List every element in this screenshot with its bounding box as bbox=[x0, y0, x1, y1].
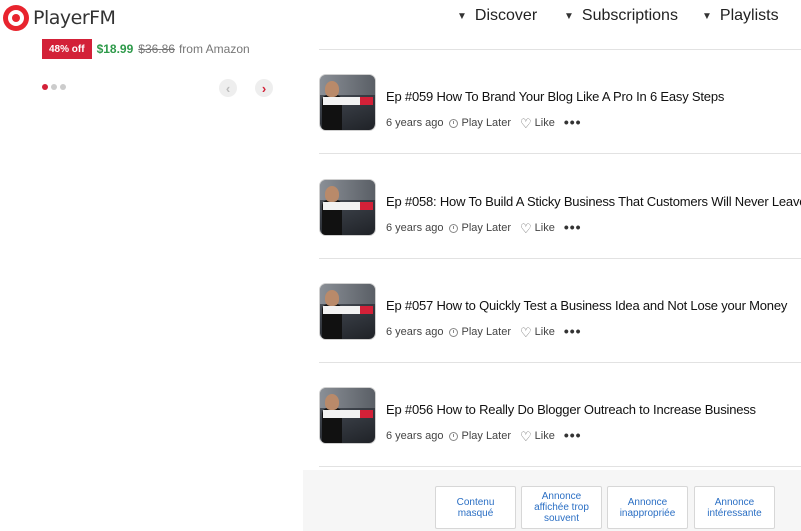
heart-icon: ♡ bbox=[520, 115, 532, 131]
clock-icon bbox=[449, 431, 459, 441]
play-later-button[interactable]: Play Later bbox=[449, 326, 511, 338]
like-label: Like bbox=[534, 222, 555, 234]
play-later-label: Play Later bbox=[461, 222, 512, 234]
episode-age: 6 years ago bbox=[386, 430, 444, 442]
episode-thumbnail[interactable] bbox=[320, 75, 375, 130]
episode-age: 6 years ago bbox=[386, 222, 444, 234]
playerfm-logo[interactable]: PlayerFM bbox=[3, 5, 116, 31]
ad-feedback-too-often-button[interactable]: Annonce affichée trop souvent bbox=[521, 486, 602, 529]
episode-age: 6 years ago bbox=[386, 326, 444, 338]
episode-row: Ep #058: How To Build A Sticky Business … bbox=[319, 155, 801, 259]
like-label: Like bbox=[534, 117, 555, 129]
episode-age: 6 years ago bbox=[386, 117, 444, 129]
like-button[interactable]: ♡ Like bbox=[520, 428, 555, 444]
top-header: PlayerFM ▼ Discover ▼ Subscriptions ▼ Pl… bbox=[0, 0, 801, 37]
episode-title[interactable]: Ep #059 How To Brand Your Blog Like A Pr… bbox=[386, 89, 724, 104]
episode-meta: 6 years ago Play Later ♡ Like ••• bbox=[386, 115, 582, 131]
like-label: Like bbox=[534, 430, 555, 442]
play-later-button[interactable]: Play Later bbox=[449, 430, 511, 442]
carousel-dot[interactable] bbox=[42, 84, 48, 90]
play-later-button[interactable]: Play Later bbox=[449, 117, 511, 129]
more-options-icon[interactable]: ••• bbox=[564, 428, 582, 442]
nav-discover-label: Discover bbox=[474, 7, 538, 24]
carousel-dots bbox=[42, 84, 66, 90]
heart-icon: ♡ bbox=[520, 324, 532, 340]
discount-badge: 48% off bbox=[42, 39, 92, 59]
carousel-prev-button[interactable]: ‹ bbox=[219, 79, 237, 97]
more-options-icon[interactable]: ••• bbox=[564, 220, 582, 234]
episode-thumbnail[interactable] bbox=[320, 180, 375, 235]
like-button[interactable]: ♡ Like bbox=[520, 115, 555, 131]
nav-subscriptions-label: Subscriptions bbox=[581, 7, 678, 24]
caret-down-icon: ▼ bbox=[564, 10, 574, 22]
nav-discover[interactable]: ▼ Discover bbox=[457, 7, 537, 25]
like-label: Like bbox=[534, 326, 555, 338]
heart-icon: ♡ bbox=[520, 428, 532, 444]
episode-meta: 6 years ago Play Later ♡ Like ••• bbox=[386, 324, 582, 340]
nav-playlists-label: Playlists bbox=[719, 7, 779, 24]
clock-icon bbox=[449, 118, 459, 128]
episode-thumbnail[interactable] bbox=[320, 284, 375, 339]
logo-text: PlayerFM bbox=[33, 7, 116, 29]
chevron-left-icon: ‹ bbox=[225, 80, 231, 96]
ad-feedback-inappropriate-button[interactable]: Annonce inappropriée bbox=[607, 486, 688, 529]
carousel-dot[interactable] bbox=[60, 84, 66, 90]
nav-playlists[interactable]: ▼ Playlists bbox=[702, 7, 779, 25]
carousel-next-button[interactable]: › bbox=[255, 79, 273, 97]
episode-meta: 6 years ago Play Later ♡ Like ••• bbox=[386, 428, 582, 444]
episode-row: Ep #056 How to Really Do Blogger Outreac… bbox=[319, 363, 801, 467]
ad-feedback-bar: Contenu masqué Annonce affichée trop sou… bbox=[303, 470, 801, 531]
episode-title[interactable]: Ep #056 How to Really Do Blogger Outreac… bbox=[386, 402, 756, 417]
play-later-label: Play Later bbox=[461, 326, 512, 338]
current-price: $18.99 bbox=[96, 42, 134, 56]
like-button[interactable]: ♡ Like bbox=[520, 324, 555, 340]
play-later-button[interactable]: Play Later bbox=[449, 222, 511, 234]
chevron-right-icon: › bbox=[261, 80, 267, 96]
ad-feedback-interesting-button[interactable]: Annonce intéressante bbox=[694, 486, 775, 529]
play-later-label: Play Later bbox=[461, 430, 512, 442]
caret-down-icon: ▼ bbox=[457, 10, 467, 22]
clock-icon bbox=[449, 223, 459, 233]
amazon-promo[interactable]: 48% off $18.99 $36.86 from Amazon bbox=[42, 39, 250, 59]
clock-icon bbox=[449, 327, 459, 337]
carousel-dot[interactable] bbox=[51, 84, 57, 90]
episode-title[interactable]: Ep #058: How To Build A Sticky Business … bbox=[386, 194, 801, 209]
episode-row: Ep #059 How To Brand Your Blog Like A Pr… bbox=[319, 50, 801, 154]
episode-title[interactable]: Ep #057 How to Quickly Test a Business I… bbox=[386, 298, 787, 313]
more-options-icon[interactable]: ••• bbox=[564, 324, 582, 338]
old-price: $36.86 bbox=[138, 42, 175, 56]
caret-down-icon: ▼ bbox=[702, 10, 712, 22]
episode-thumbnail[interactable] bbox=[320, 388, 375, 443]
heart-icon: ♡ bbox=[520, 220, 532, 236]
episode-row: Ep #057 How to Quickly Test a Business I… bbox=[319, 259, 801, 363]
play-later-label: Play Later bbox=[461, 117, 512, 129]
nav-subscriptions[interactable]: ▼ Subscriptions bbox=[564, 7, 678, 25]
price-source: from Amazon bbox=[178, 42, 250, 56]
episode-meta: 6 years ago Play Later ♡ Like ••• bbox=[386, 220, 582, 236]
ad-feedback-hidden-button[interactable]: Contenu masqué bbox=[435, 486, 516, 529]
like-button[interactable]: ♡ Like bbox=[520, 220, 555, 236]
more-options-icon[interactable]: ••• bbox=[564, 115, 582, 129]
playerfm-logo-icon bbox=[3, 5, 29, 31]
